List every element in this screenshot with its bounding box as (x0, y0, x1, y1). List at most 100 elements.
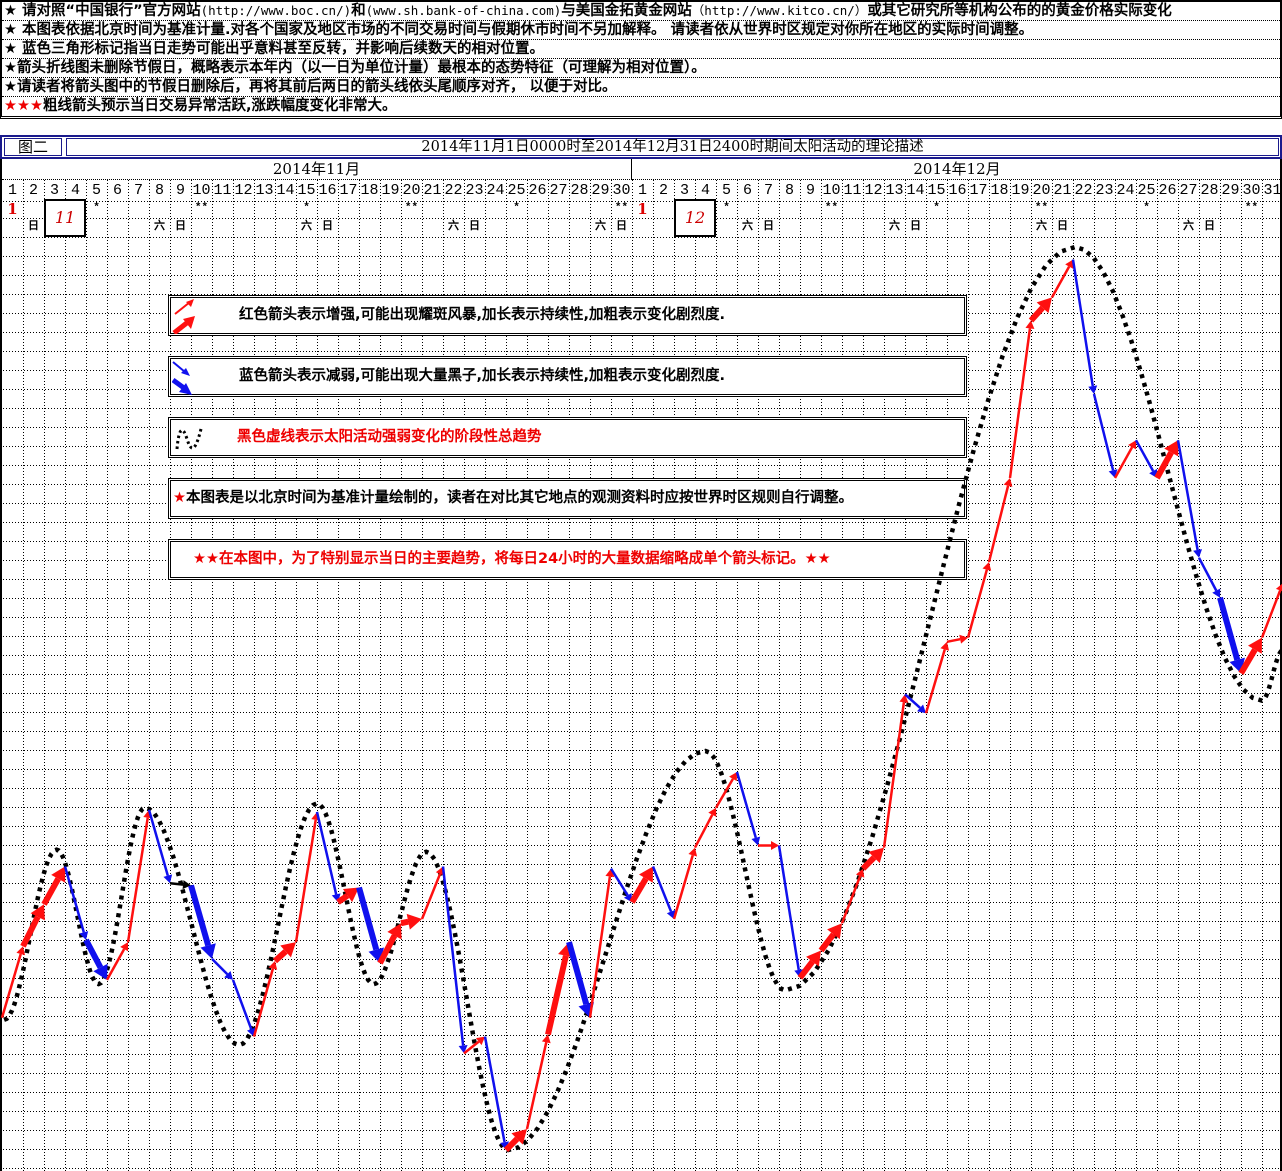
note-text: 或其它研究所等机构公布的的黄金价格实际变化 (867, 3, 1172, 19)
star-marker: ** (404, 202, 419, 214)
day-number: 12 (864, 182, 883, 199)
weekday-marker: 六 (889, 221, 900, 233)
star-marker: * (723, 202, 730, 214)
month-start-marker: 1 (637, 200, 648, 218)
note-text: ★请读者将箭头图中的节假日删除后，再将其前后两日的箭头线依头尾顺序对齐， 以便于… (4, 79, 617, 95)
note-row: ★ 请对照“中国银行”官方网站(http://www.boc.cn/)和(www… (2, 2, 1280, 21)
weekday-marker: 日 (175, 221, 186, 233)
day-number: 29 (591, 182, 610, 199)
day-number: 7 (133, 182, 143, 199)
day-number: 26 (1158, 182, 1177, 199)
weekday-marker: 六 (595, 221, 606, 233)
day-number: 26 (528, 182, 547, 199)
day-number: 20 (402, 182, 421, 199)
month-header-december: 2014年12月 (632, 159, 1282, 180)
weekday-marker: 六 (1036, 221, 1047, 233)
day-number: 2 (658, 182, 668, 199)
note-text: ★ 本图表依据北京时间为基准计量.对各个国家及地区市场的不同交易时间与假期休市时… (4, 22, 1034, 38)
day-number: 22 (444, 182, 463, 199)
legend-trend-line: 黑色虚线表示太阳活动强弱变化的阶段性总趋势 (168, 417, 967, 458)
day-number: 24 (486, 182, 505, 199)
star-marker: * (933, 202, 940, 214)
day-number: 10 (192, 182, 211, 199)
legend-red-text: 红色箭头表示增强,可能出现耀斑风暴,加长表示持续性,加粗表示变化剧烈度. (239, 307, 726, 323)
blue-arrow-icon (172, 361, 192, 395)
day-number: 21 (1053, 182, 1072, 199)
weekday-marker: 日 (763, 221, 774, 233)
day-number: 23 (1095, 182, 1114, 199)
timezone-note-text: 本图表是以北京时间为基准计量绘制的，读者在对比其它地点的观测资料时应按世界时区规… (186, 490, 853, 506)
star-marker: * (1143, 202, 1150, 214)
day-number: 9 (805, 182, 815, 199)
day-number: 25 (507, 182, 526, 199)
day-number: 28 (1200, 182, 1219, 199)
note-row: ★★★粗线箭头预示当日交易异常活跃,涨跌幅度变化非常大。 (2, 97, 1280, 116)
day-number: 3 (679, 182, 689, 199)
note-text: 粗线箭头预示当日交易异常活跃,涨跌幅度变化非常大。 (43, 98, 397, 114)
day-number: 8 (784, 182, 794, 199)
day-number: 17 (339, 182, 358, 199)
legend-blue-text: 蓝色箭头表示减弱,可能出现大量黑子,加长表示持续性,加粗表示变化剧烈度. (239, 368, 726, 384)
day-number: 18 (990, 182, 1009, 199)
note-row: ★ 本图表依据北京时间为基准计量.对各个国家及地区市场的不同交易时间与假期休市时… (2, 21, 1280, 40)
weekday-marker: 日 (910, 221, 921, 233)
day-number: 16 (948, 182, 967, 199)
month-start-marker: 1 (7, 200, 18, 218)
day-number: 18 (360, 182, 379, 199)
note-url: (www.sh.bank-of-china.com) (365, 3, 562, 18)
day-number: 4 (70, 182, 80, 199)
day-number: 13 (885, 182, 904, 199)
day-number: 6 (112, 182, 122, 199)
day-number: 28 (570, 182, 589, 199)
day-number: 9 (175, 182, 185, 199)
note-text: ★箭头折线图未删除节假日，概略表示本年内（以一日为单位计量）最根本的态势特征（可… (4, 60, 706, 76)
legend-blue-arrow: 蓝色箭头表示减弱,可能出现大量黑子,加长表示持续性,加粗表示变化剧烈度. (168, 356, 967, 397)
weekday-marker: 六 (154, 221, 165, 233)
note-row: ★ 蓝色三角形标记指当日走势可能出乎意料甚至反转，并影响后续数天的相对位置。 (2, 40, 1280, 59)
day-number: 5 (721, 182, 731, 199)
day-number: 2 (28, 182, 38, 199)
day-number: 25 (1137, 182, 1156, 199)
day-number: 27 (1179, 182, 1198, 199)
day-number: 21 (423, 182, 442, 199)
legend-red-arrow: 红色箭头表示增强,可能出现耀斑风暴,加长表示持续性,加粗表示变化剧烈度. (168, 295, 967, 336)
day-number: 17 (969, 182, 988, 199)
note-text: ★ 蓝色三角形标记指当日走势可能出乎意料甚至反转，并影响后续数天的相对位置。 (4, 41, 545, 57)
legend-timezone-note: ★本图表是以北京时间为基准计量绘制的，读者在对比其它地点的观测资料时应按世界时区… (168, 478, 967, 519)
legend-summary-note: ★★在本图中，为了特别显示当日的主要趋势，将每日24小时的大量数据缩略成单个箭头… (168, 539, 967, 580)
month-header-november: 2014年11月 (2, 159, 632, 180)
figure-label: 图二 (4, 138, 62, 156)
notes-panel: ★ 请对照“中国银行”官方网站(http://www.boc.cn/)和(www… (0, 0, 1282, 119)
day-number: 1 (637, 182, 647, 199)
day-number: 8 (154, 182, 164, 199)
day-number: 20 (1032, 182, 1051, 199)
weekday-marker: 日 (1204, 221, 1215, 233)
weekday-marker: 六 (448, 221, 459, 233)
day-number: 10 (822, 182, 841, 199)
weekday-marker: 六 (301, 221, 312, 233)
note-url: (http://www.boc.cn/) (200, 3, 352, 18)
star-marker: ** (614, 202, 629, 214)
day-number: 13 (255, 182, 274, 199)
note-url: （http://www.kitco.cn/） (691, 3, 868, 18)
day-number: 11 (213, 182, 232, 199)
dotted-wave-icon (175, 428, 203, 450)
day-number: 11 (843, 182, 862, 199)
day-number: 14 (906, 182, 925, 199)
star-marker: ** (824, 202, 839, 214)
day-number: 15 (927, 182, 946, 199)
legend-trend-text: 黑色虚线表示太阳活动强弱变化的阶段性总趋势 (237, 429, 542, 445)
day-number: 5 (91, 182, 101, 199)
note-text: 和 (351, 3, 366, 19)
weekday-marker: 六 (742, 221, 753, 233)
star-icon: ★ (173, 490, 186, 506)
day-number: 19 (381, 182, 400, 199)
star-marker: ** (1244, 202, 1259, 214)
star-marker: * (513, 202, 520, 214)
day-number: 23 (465, 182, 484, 199)
day-number: 4 (700, 182, 710, 199)
day-number: 16 (318, 182, 337, 199)
note-text: ★★★ (4, 98, 43, 114)
weekday-marker: 日 (322, 221, 333, 233)
note-row: ★请读者将箭头图中的节假日删除后，再将其前后两日的箭头线依头尾顺序对齐， 以便于… (2, 78, 1280, 97)
